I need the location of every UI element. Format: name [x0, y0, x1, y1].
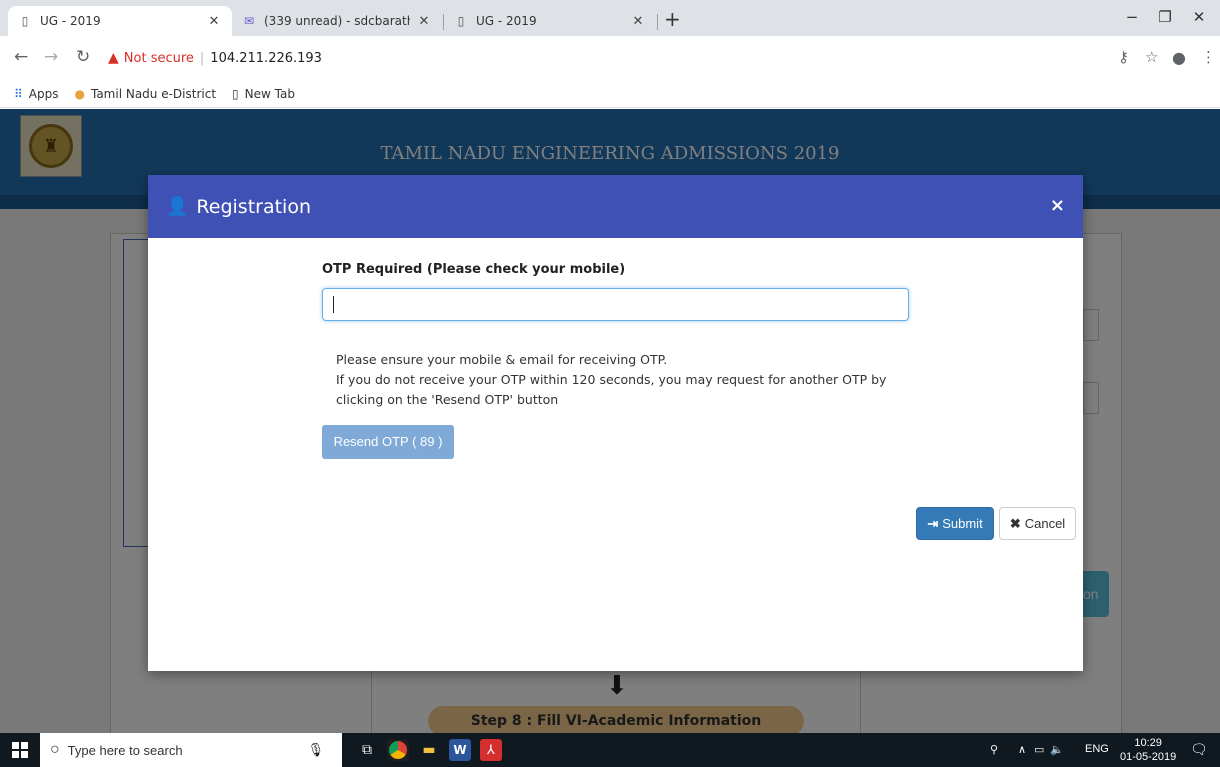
microphone-icon[interactable]: 🎙 — [307, 742, 324, 758]
browser-tab-3[interactable]: ▯ UG - 2019 ✕ — [444, 6, 656, 36]
apps-grid-icon: ⠿ — [14, 86, 23, 101]
otp-input[interactable] — [322, 288, 909, 321]
cancel-label: Cancel — [1024, 516, 1066, 531]
warning-icon: ▲ — [108, 50, 119, 66]
taskbar-search[interactable]: ○ Type here to search 🎙 — [40, 733, 342, 767]
tab-title: UG - 2019 — [476, 14, 537, 28]
otp-info-text: Please ensure your mobile & email for re… — [336, 350, 936, 410]
window-close-icon[interactable]: ✕ — [1184, 8, 1214, 26]
address-bar[interactable]: ▲ Not secure | 104.211.226.193 — [108, 44, 1178, 72]
browser-tab-1[interactable]: ▯ UG - 2019 ✕ — [8, 6, 232, 36]
star-icon[interactable]: ☆ — [1145, 48, 1158, 66]
tab-close-icon[interactable]: ✕ — [416, 14, 432, 29]
new-tab-button[interactable]: + — [664, 9, 681, 29]
bookmark-label: Tamil Nadu e-District — [90, 86, 217, 101]
browser-tab-strip: ▯ UG - 2019 ✕ ✉ (339 unread) - sdcbarath… — [0, 0, 1220, 36]
tab-close-icon[interactable]: ✕ — [630, 14, 646, 29]
search-placeholder: Type here to search — [67, 742, 183, 758]
restore-icon[interactable]: ❐ — [1150, 8, 1180, 26]
clock-time: 10:29 — [1134, 737, 1162, 749]
file-explorer-icon[interactable]: ▬ — [418, 739, 440, 761]
tab-close-icon[interactable]: ✕ — [206, 14, 222, 29]
sign-in-icon: ⇥ — [927, 515, 939, 531]
security-status: Not secure — [123, 50, 194, 66]
language-indicator[interactable]: ENG — [1085, 743, 1109, 755]
task-view-icon[interactable]: ⧉ — [356, 739, 378, 761]
system-clock[interactable]: 10:29 01-05-2019 — [1120, 736, 1176, 764]
page-icon: ▯ — [232, 86, 239, 101]
forward-arrow-icon[interactable]: → — [44, 47, 58, 67]
mail-icon: ✉ — [243, 14, 255, 28]
registration-modal: 👤 Registration × OTP Required (Please ch… — [148, 175, 1083, 671]
url-text: 104.211.226.193 — [210, 50, 322, 66]
bookmark-new-tab[interactable]: ▯ New Tab — [232, 87, 295, 101]
info-line: If you do not receive your OTP within 12… — [336, 372, 887, 387]
x-icon: ✖ — [1009, 515, 1021, 531]
browser-tab-2[interactable]: ✉ (339 unread) - sdcbarathi1@yahc ✕ — [232, 6, 442, 36]
menu-dots-icon[interactable]: ⋮ — [1201, 48, 1216, 66]
info-line: Please ensure your mobile & email for re… — [336, 352, 668, 367]
info-line: clicking on the 'Resend OTP' button — [336, 392, 559, 407]
submit-button[interactable]: ⇥ Submit — [916, 507, 994, 540]
cancel-button[interactable]: ✖ Cancel — [999, 507, 1076, 540]
volume-icon[interactable]: 🔈 — [1050, 743, 1064, 756]
network-icon[interactable]: ▭ — [1034, 743, 1044, 756]
people-icon[interactable]: ⚲ — [990, 743, 998, 756]
windows-taskbar: ○ Type here to search 🎙 ⧉ ▬ W ⅄ ⚲ ∧ ▭ 🔈 … — [0, 733, 1220, 767]
chrome-icon[interactable] — [387, 739, 409, 761]
browser-toolbar: ← → ↻ ▲ Not secure | 104.211.226.193 ⚷ ☆… — [0, 36, 1220, 80]
cortana-circle-icon: ○ — [50, 741, 60, 758]
user-icon: 👤 — [166, 196, 189, 217]
page-icon: ▯ — [457, 14, 465, 28]
e-district-icon: ● — [74, 86, 85, 101]
bookmark-label: New Tab — [244, 86, 295, 101]
reload-icon[interactable]: ↻ — [76, 47, 90, 67]
otp-label: OTP Required (Please check your mobile) — [322, 262, 626, 277]
resend-otp-button[interactable]: Resend OTP ( 89 ) — [322, 425, 454, 459]
key-icon[interactable]: ⚷ — [1118, 48, 1129, 66]
modal-title: Registration — [196, 195, 311, 218]
submit-label: Submit — [942, 516, 983, 531]
modal-header: 👤 Registration × — [148, 175, 1083, 238]
omnibox-divider: | — [199, 50, 205, 66]
bookmarks-bar: ⠿ Apps ● Tamil Nadu e-District ▯ New Tab — [0, 80, 1220, 108]
bookmark-label: Apps — [28, 86, 59, 101]
bookmark-e-district[interactable]: ● Tamil Nadu e-District — [75, 87, 217, 101]
clock-date: 01-05-2019 — [1120, 751, 1177, 763]
minimize-icon[interactable]: − — [1117, 8, 1147, 26]
tray-chevron-icon[interactable]: ∧ — [1018, 743, 1026, 756]
back-arrow-icon[interactable]: ← — [14, 47, 28, 67]
page-icon: ▯ — [21, 14, 29, 28]
windows-start-icon[interactable] — [12, 742, 28, 758]
profile-icon[interactable]: ● — [1172, 48, 1186, 67]
tab-title: UG - 2019 — [40, 14, 101, 28]
acrobat-icon[interactable]: ⅄ — [480, 739, 502, 761]
word-icon[interactable]: W — [449, 739, 471, 761]
notifications-icon[interactable]: 🗨 — [1190, 741, 1208, 758]
bookmark-apps[interactable]: ⠿ Apps — [14, 87, 59, 101]
tab-title: (339 unread) - sdcbarathi1@yahc — [264, 14, 410, 28]
tab-separator — [657, 14, 658, 30]
close-icon[interactable]: × — [1050, 195, 1065, 216]
text-cursor — [333, 296, 334, 313]
